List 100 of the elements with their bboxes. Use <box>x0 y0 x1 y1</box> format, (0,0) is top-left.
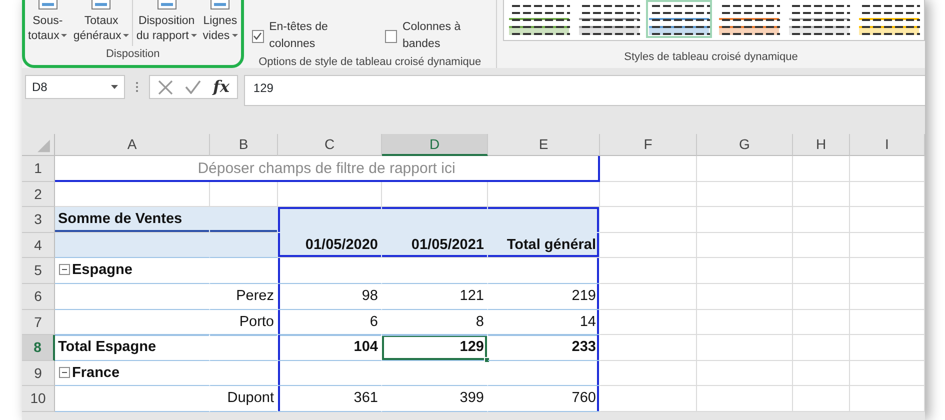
row-header[interactable]: 1 <box>22 156 55 182</box>
empty-cell[interactable] <box>793 156 850 182</box>
dropdown-icon[interactable] <box>111 85 118 89</box>
empty-cell[interactable] <box>697 310 793 336</box>
empty-cell[interactable] <box>850 207 925 233</box>
empty-cell[interactable] <box>850 182 925 208</box>
checkbox[interactable] <box>252 30 264 43</box>
empty-cell[interactable] <box>600 360 697 386</box>
empty-cell[interactable] <box>850 360 925 386</box>
column-header[interactable]: E <box>488 134 600 156</box>
cancel-icon[interactable] <box>158 80 173 94</box>
empty-cell[interactable] <box>210 335 278 361</box>
table-cell[interactable]: Espagne <box>55 258 210 284</box>
collapse-icon[interactable] <box>59 264 70 276</box>
empty-cell[interactable] <box>850 310 925 336</box>
empty-cell[interactable] <box>278 258 382 284</box>
empty-cell[interactable] <box>793 207 850 233</box>
name-box[interactable]: D8 <box>25 75 125 99</box>
column-header[interactable]: C <box>278 134 382 156</box>
table-cell[interactable]: 98 <box>278 284 382 310</box>
table-cell[interactable]: 8 <box>382 310 488 336</box>
empty-cell[interactable] <box>793 182 850 208</box>
empty-cell[interactable] <box>488 258 600 284</box>
table-cell[interactable]: 760 <box>488 386 600 412</box>
table-cell[interactable]: Porto <box>210 310 278 336</box>
empty-cell[interactable] <box>697 258 793 284</box>
fill-handle[interactable] <box>484 356 490 363</box>
table-cell[interactable]: Total général <box>488 232 600 258</box>
ribbon-button[interactable]: Totaux généraux <box>70 0 132 44</box>
table-cell[interactable]: 361 <box>278 386 382 412</box>
enter-icon[interactable] <box>185 80 201 94</box>
table-cell[interactable]: France <box>55 360 210 386</box>
table-cell[interactable]: 01/05/2020 <box>278 232 382 258</box>
row-header[interactable]: 5 <box>22 258 55 284</box>
table-cell[interactable]: 399 <box>382 386 488 412</box>
empty-cell[interactable] <box>697 360 793 386</box>
column-header[interactable]: B <box>210 134 278 156</box>
empty-cell[interactable] <box>697 207 793 233</box>
empty-cell[interactable] <box>697 182 793 208</box>
column-header[interactable]: A <box>55 134 210 156</box>
row-header[interactable]: 10 <box>22 386 55 412</box>
empty-cell[interactable] <box>850 156 925 182</box>
row-header[interactable]: 3 <box>22 207 55 233</box>
empty-cell[interactable] <box>850 386 925 412</box>
empty-cell[interactable] <box>850 232 925 258</box>
table-cell[interactable]: Perez <box>210 284 278 310</box>
column-header[interactable]: D <box>382 134 488 156</box>
ribbon-button[interactable]: Lignes vides <box>200 0 241 44</box>
row-header[interactable]: 7 <box>22 310 55 336</box>
checkbox[interactable] <box>385 30 398 43</box>
column-header[interactable]: I <box>850 134 925 156</box>
row-header[interactable]: 4 <box>22 232 55 258</box>
table-cell[interactable]: 01/05/2021 <box>382 232 488 258</box>
empty-cell[interactable] <box>793 360 850 386</box>
table-cell[interactable]: 129 <box>382 335 488 361</box>
table-cell[interactable]: Total Espagne <box>55 335 210 361</box>
empty-cell[interactable] <box>793 284 850 310</box>
select-all-icon[interactable] <box>22 134 55 156</box>
empty-cell[interactable] <box>600 335 697 361</box>
table-cell[interactable]: 121 <box>382 284 488 310</box>
table-cell[interactable]: 233 <box>488 335 600 361</box>
column-header[interactable]: F <box>600 134 697 156</box>
empty-cell[interactable] <box>793 232 850 258</box>
ribbon-button[interactable]: Sous- totaux <box>25 0 70 44</box>
collapse-icon[interactable] <box>59 366 70 378</box>
empty-cell[interactable] <box>600 182 697 208</box>
empty-cell[interactable] <box>697 156 793 182</box>
insert-function-button[interactable]: fx <box>213 75 230 99</box>
table-cell[interactable]: Somme de Ventes <box>55 207 210 233</box>
empty-cell[interactable] <box>600 310 697 336</box>
table-cell[interactable]: 14 <box>488 310 600 336</box>
row-header[interactable]: 2 <box>22 182 55 208</box>
empty-cell[interactable] <box>793 258 850 284</box>
empty-cell[interactable] <box>850 335 925 361</box>
row-header[interactable]: 6 <box>22 284 55 310</box>
empty-cell[interactable] <box>600 284 697 310</box>
table-cell[interactable]: Dupont <box>210 386 278 412</box>
empty-cell[interactable] <box>850 258 925 284</box>
table-cell[interactable]: 6 <box>278 310 382 336</box>
table-cell[interactable]: 219 <box>488 284 600 310</box>
empty-cell[interactable] <box>697 232 793 258</box>
row-header[interactable]: 9 <box>22 360 55 386</box>
empty-cell[interactable] <box>697 386 793 412</box>
empty-cell[interactable] <box>697 335 793 361</box>
empty-cell[interactable] <box>697 284 793 310</box>
empty-cell[interactable] <box>488 360 600 386</box>
empty-cell[interactable] <box>600 156 697 182</box>
empty-cell[interactable] <box>278 360 382 386</box>
table-cell[interactable]: 104 <box>278 335 382 361</box>
empty-cell[interactable] <box>600 258 697 284</box>
empty-cell[interactable] <box>600 386 697 412</box>
empty-cell[interactable] <box>793 386 850 412</box>
column-header[interactable]: G <box>697 134 793 156</box>
empty-cell[interactable] <box>793 335 850 361</box>
empty-cell[interactable] <box>793 310 850 336</box>
empty-cell[interactable] <box>850 284 925 310</box>
table-style-thumbnail[interactable] <box>646 0 712 38</box>
formula-field[interactable]: 129 <box>244 75 925 106</box>
column-header[interactable]: H <box>793 134 850 156</box>
ribbon-button[interactable]: Disposition du rapport <box>133 0 200 44</box>
